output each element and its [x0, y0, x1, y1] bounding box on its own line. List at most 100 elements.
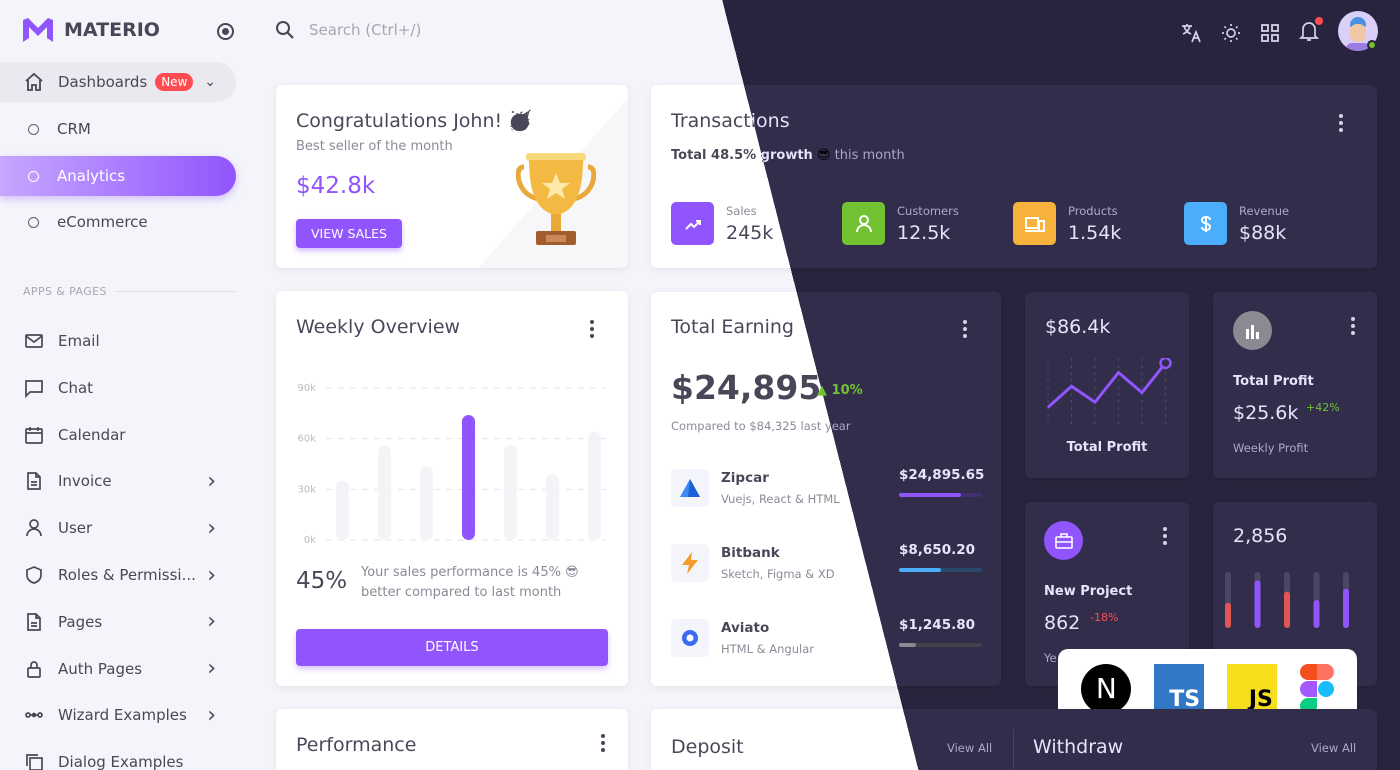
stat-label: Products: [1068, 203, 1118, 218]
dollar-icon: [1184, 202, 1227, 245]
aviato-logo-icon: [671, 619, 709, 657]
earning-row-aviato: Aviato HTML & Angular $1,245.80: [671, 617, 982, 657]
circle-icon: [28, 170, 39, 182]
more-options-icon[interactable]: [1351, 317, 1355, 335]
transactions-card: Transactions Total 48.5% growth 😎 this m…: [651, 85, 1377, 268]
deposit-view-all-link[interactable]: View All: [947, 741, 992, 755]
line-end-point: [1159, 358, 1172, 370]
sidebar-item-roles-permissi[interactable]: Roles & Permissi... ›: [0, 555, 236, 595]
card-title: New Project: [1044, 584, 1133, 599]
y-tick-label: 30k: [297, 484, 316, 495]
more-options-icon[interactable]: [590, 320, 594, 338]
sidebar-item-invoice[interactable]: Invoice ›: [0, 461, 236, 501]
chevron-right-icon: ›: [207, 702, 216, 728]
sidebar-item-label: Dashboards: [58, 73, 148, 91]
congratulations-card: Congratulations John! 🥳 Best seller of t…: [276, 85, 628, 268]
progress-bar: [899, 568, 982, 572]
earning-row-zipcar: Zipcar Vuejs, React & HTML $24,895.65: [671, 467, 985, 507]
logo[interactable]: MATERIO: [23, 18, 160, 42]
row-subtitle: Sketch, Figma & XD: [721, 567, 835, 581]
more-options-icon[interactable]: [1163, 527, 1167, 545]
zipcar-logo-icon: [671, 469, 709, 507]
profit-label: Total Profit: [1066, 440, 1148, 455]
card-title: Total Profit: [1233, 374, 1314, 389]
view-sales-button[interactable]: VIEW SALES: [296, 219, 402, 248]
earning-row-bitbank: Bitbank Sketch, Figma & XD $8,650.20: [671, 542, 982, 582]
sidebar-item-label: Auth Pages: [58, 659, 143, 678]
materio-logo-icon: [23, 18, 53, 42]
sidebar-item-pages[interactable]: Pages ›: [0, 602, 236, 642]
sidebar-item-label: User: [58, 519, 93, 538]
chevron-right-icon: ›: [207, 468, 216, 494]
calendar-icon: [25, 426, 43, 444]
stat-sales: Sales 245k: [671, 202, 773, 245]
sidebar-item-dashboards[interactable]: Dashboards New ⌄: [0, 62, 236, 102]
more-options-icon[interactable]: [1339, 114, 1343, 132]
online-status-dot: [1367, 40, 1377, 50]
more-options-icon[interactable]: [963, 320, 967, 338]
row-name: Bitbank: [721, 545, 835, 561]
details-button[interactable]: DETAILS: [296, 629, 608, 666]
total-profit-chart-card: $86.4k Total Profit: [1025, 292, 1189, 478]
sidebar-item-label: Email: [58, 332, 100, 350]
sidebar-item-wizard-examples[interactable]: Wizard Examples ›: [0, 695, 236, 735]
y-tick-label: 60k: [297, 434, 316, 445]
bar: [1343, 588, 1349, 628]
notification-dot: [1315, 17, 1323, 25]
stat-label: Revenue: [1239, 203, 1290, 218]
card-subtitle: Best seller of the month: [296, 139, 453, 154]
withdraw-view-all-link[interactable]: View All: [1311, 741, 1356, 755]
chevron-right-icon: ›: [207, 515, 216, 541]
briefcase-icon: [1044, 521, 1083, 560]
home-icon: [25, 72, 43, 91]
row-name: Aviato: [721, 620, 814, 636]
sidebar-toggle-icon[interactable]: [217, 23, 234, 40]
sidebar-item-email[interactable]: Email: [0, 321, 236, 361]
sessions-value: 2,856: [1233, 525, 1288, 547]
search-input[interactable]: Search (Ctrl+/): [309, 21, 421, 39]
earning-compare: Compared to $84,325 last year: [671, 419, 851, 433]
circle-icon: [28, 123, 39, 135]
row-subtitle: HTML & Angular: [721, 642, 814, 656]
sidebar-item-crm[interactable]: CRM: [0, 109, 236, 149]
sidebar-item-auth-pages[interactable]: Auth Pages ›: [0, 649, 236, 689]
y-tick-label: 0k: [304, 535, 316, 546]
grid-icon[interactable]: [1260, 23, 1280, 43]
topbar-actions: [1180, 17, 1323, 46]
earning-amount: $24,895: [671, 368, 822, 407]
sidebar-item-label: Calendar: [58, 425, 126, 444]
row-amount: $24,895.65: [899, 467, 985, 483]
sidebar-item-user[interactable]: User ›: [0, 508, 236, 548]
devices-icon: [1013, 202, 1056, 245]
translate-icon[interactable]: [1180, 22, 1202, 44]
bar: [588, 431, 601, 540]
more-options-icon[interactable]: [601, 734, 605, 752]
sidebar-item-analytics[interactable]: Analytics: [0, 156, 236, 196]
circle-icon: [28, 216, 39, 228]
stat-label: Customers: [897, 203, 959, 218]
copy-icon: [26, 754, 43, 770]
stat-value: $88k: [1239, 221, 1287, 244]
deposit-withdraw-card: Deposit View All Withdraw View All: [651, 709, 1377, 770]
sidebar-item-ecommerce[interactable]: eCommerce: [0, 202, 236, 242]
sidebar-item-label: Invoice: [58, 472, 112, 491]
sidebar-item-chat[interactable]: Chat: [0, 368, 236, 408]
notifications[interactable]: [1298, 17, 1323, 46]
progress-bar: [899, 643, 982, 647]
sidebar-item-dialog-examples[interactable]: Dialog Examples: [0, 742, 236, 770]
stat-revenue: Revenue $88k: [1184, 202, 1289, 245]
stat-customers: Customers 12.5k: [842, 202, 959, 245]
sidebar-item-calendar[interactable]: Calendar: [0, 415, 236, 455]
growth-text: Total 48.5% growth 😎 this month: [671, 148, 905, 163]
javascript-logo-icon: JS: [1226, 663, 1277, 714]
sun-icon[interactable]: [1221, 23, 1241, 43]
sales-amount: $42.8k: [296, 173, 376, 199]
project-subtitle: Ye: [1044, 651, 1057, 665]
stat-value: 245k: [726, 221, 774, 244]
card-title: Performance: [296, 734, 417, 756]
search-bar[interactable]: Search (Ctrl+/): [275, 20, 421, 40]
section-header: APPS & PAGES: [23, 285, 235, 298]
bar: [1284, 591, 1290, 628]
new-badge: New: [155, 73, 194, 91]
user-icon: [842, 202, 885, 245]
